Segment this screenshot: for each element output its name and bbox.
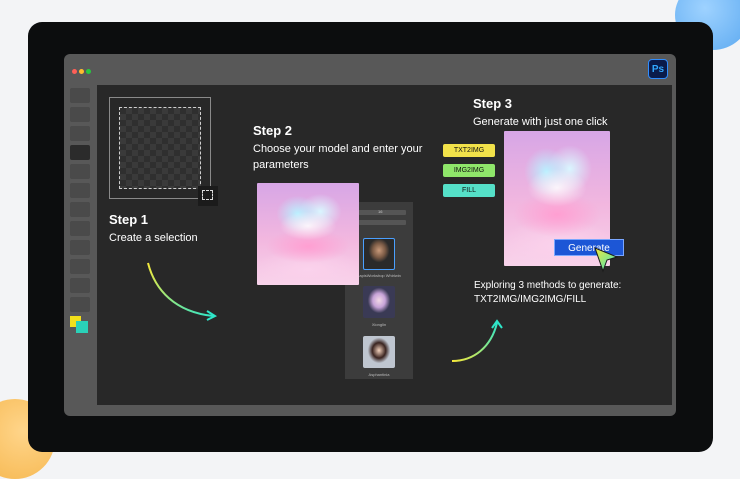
- marquee-tool-icon[interactable]: [198, 186, 218, 206]
- tool-button[interactable]: [70, 278, 90, 293]
- step2-title: Step 2: [253, 123, 293, 138]
- tool-button[interactable]: [70, 88, 90, 103]
- parameter-field-value: 16: [378, 209, 383, 214]
- model-thumbnail-selected[interactable]: [363, 238, 395, 270]
- document-canvas[interactable]: Step 1 Create a selection Step 2 Choose …: [97, 85, 672, 405]
- step3-title: Step 3: [473, 96, 513, 111]
- method-chip-txt2img[interactable]: TXT2IMG: [443, 144, 495, 157]
- model-dropdown[interactable]: [358, 220, 406, 225]
- photoshop-icon: Ps: [648, 59, 668, 79]
- tool-button[interactable]: [70, 164, 90, 179]
- tool-button[interactable]: [70, 202, 90, 217]
- model-thumbnail[interactable]: [363, 336, 395, 368]
- methods-caption-line2: TXT2IMG/IMG2IMG/FILL: [474, 294, 587, 305]
- maximize-dot[interactable]: [86, 69, 91, 74]
- step1-description: Create a selection: [109, 232, 198, 244]
- model-label: Asphantinia: [368, 372, 390, 377]
- tool-button[interactable]: [70, 297, 90, 312]
- tool-button[interactable]: [70, 126, 90, 141]
- tool-button-active[interactable]: [70, 145, 90, 160]
- arrow-step1: [147, 262, 218, 321]
- background-color-swatch[interactable]: [76, 321, 88, 333]
- marquee-selection[interactable]: [119, 107, 201, 189]
- tool-panel: [70, 88, 92, 338]
- window-controls: [72, 61, 93, 79]
- tool-button[interactable]: [70, 259, 90, 274]
- tool-button[interactable]: [70, 221, 90, 236]
- step2-description-line2: parameters: [253, 159, 309, 171]
- color-swatches[interactable]: [70, 316, 92, 338]
- arrow-step3: [451, 319, 503, 362]
- minimize-dot[interactable]: [79, 69, 84, 74]
- cursor-icon: [594, 247, 619, 273]
- model-label: Xionglin: [371, 322, 387, 327]
- tool-button[interactable]: [70, 183, 90, 198]
- method-chip-img2img[interactable]: IMG2IMG: [443, 164, 495, 177]
- photoshop-window: Ps Step 1 Create a selection Step 2 Choo…: [64, 54, 676, 416]
- method-chip-fill[interactable]: FILL: [443, 184, 495, 197]
- parameter-field[interactable]: 16: [358, 209, 406, 215]
- sneaker-cloud-image: [257, 183, 359, 285]
- tool-button[interactable]: [70, 107, 90, 122]
- step2-description-line1: Choose your model and enter your: [253, 143, 423, 155]
- model-thumbnail[interactable]: [363, 286, 395, 318]
- step1-title: Step 1: [109, 212, 149, 227]
- step3-description: Generate with just one click: [473, 116, 608, 128]
- close-dot[interactable]: [72, 69, 77, 74]
- tool-button[interactable]: [70, 240, 90, 255]
